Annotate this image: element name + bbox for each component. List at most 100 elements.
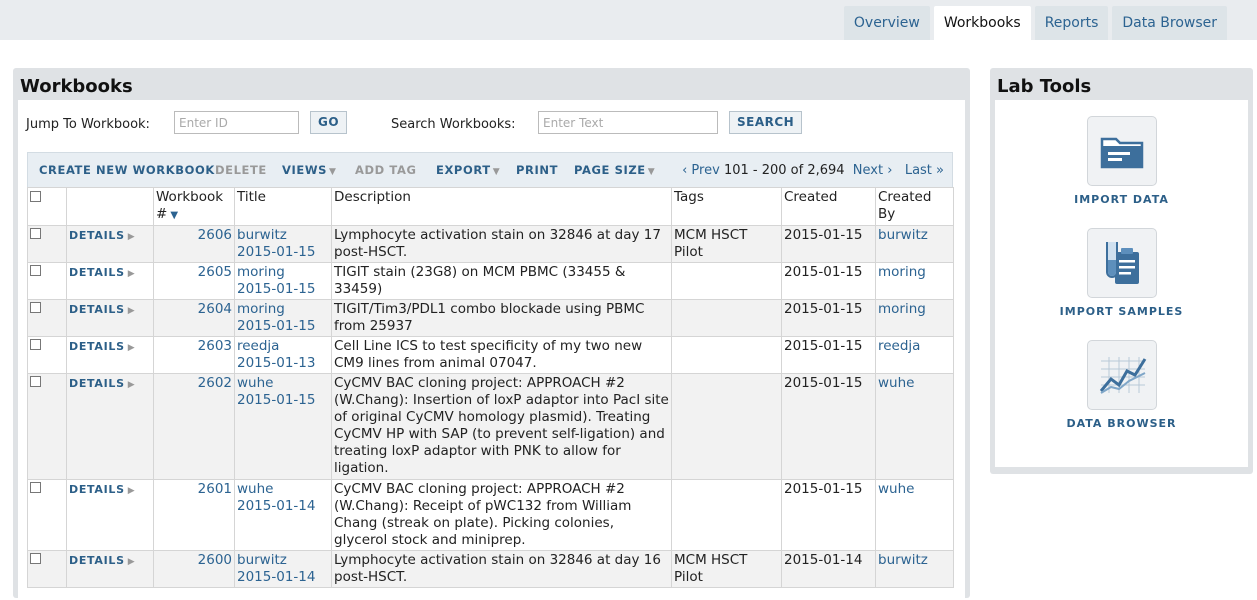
details-label: DETAILS bbox=[69, 340, 125, 353]
print-button[interactable]: PRINT bbox=[516, 153, 558, 188]
prev-page-link[interactable]: ‹ Prev bbox=[682, 163, 720, 178]
title-user-link[interactable]: burwitz bbox=[237, 227, 287, 243]
import-data-tool[interactable]: IMPORT DATA bbox=[995, 116, 1248, 206]
title-date-link[interactable]: 2015-01-14 bbox=[237, 569, 315, 585]
description-cell: CyCMV BAC cloning project: APPROACH #2 (… bbox=[331, 373, 672, 480]
row-select-cell bbox=[27, 550, 67, 588]
tags-header[interactable]: Tags bbox=[671, 187, 782, 226]
created-by-cell: moring bbox=[875, 299, 954, 337]
details-link[interactable]: DETAILS ▶ bbox=[69, 377, 135, 390]
title-date-link[interactable]: 2015-01-14 bbox=[237, 498, 315, 514]
row-checkbox[interactable] bbox=[30, 265, 41, 276]
go-button[interactable]: GO bbox=[310, 111, 348, 134]
created-by-link[interactable]: moring bbox=[878, 264, 926, 280]
page-size-menu[interactable]: PAGE SIZE ▼ bbox=[574, 153, 655, 188]
title-date-link[interactable]: 2015-01-15 bbox=[237, 392, 315, 408]
workbook-number-header[interactable]: Workbook # ▼ bbox=[153, 187, 235, 226]
workbook-number[interactable]: 2606 bbox=[153, 225, 235, 263]
title-date-link[interactable]: 2015-01-13 bbox=[237, 355, 315, 371]
table-row: DETAILS ▶ 2606 burwitz 2015-01-15 Lymphocyte … bbox=[27, 225, 954, 263]
views-menu[interactable]: VIEWS ▼ bbox=[282, 153, 337, 188]
workbook-number-header-label: Workbook # bbox=[156, 189, 224, 222]
created-by-header[interactable]: Created By bbox=[875, 187, 954, 226]
details-link[interactable]: DETAILS ▶ bbox=[69, 340, 135, 353]
next-page-link[interactable]: Next › bbox=[853, 163, 893, 178]
title-user-link[interactable]: moring bbox=[237, 264, 285, 280]
data-browser-tool[interactable]: DATA BROWSER bbox=[995, 340, 1248, 430]
created-by-link[interactable]: reedja bbox=[878, 338, 920, 354]
add-tag-button[interactable]: ADD TAG bbox=[355, 153, 417, 188]
delete-button[interactable]: DELETE bbox=[215, 153, 267, 188]
details-label: DETAILS bbox=[69, 266, 125, 279]
tab-data-browser[interactable]: Data Browser bbox=[1112, 6, 1227, 40]
created-by-link[interactable]: wuhe bbox=[878, 481, 914, 497]
row-select-cell bbox=[27, 336, 67, 374]
workbook-number[interactable]: 2601 bbox=[153, 479, 235, 551]
workbook-number[interactable]: 2600 bbox=[153, 550, 235, 588]
page-size-label: PAGE SIZE bbox=[574, 163, 646, 177]
tags-cell bbox=[671, 299, 782, 337]
row-checkbox[interactable] bbox=[30, 228, 41, 239]
title-date-link[interactable]: 2015-01-15 bbox=[237, 244, 315, 260]
create-workbook-button[interactable]: CREATE NEW WORKBOOK bbox=[39, 153, 215, 188]
row-select-cell bbox=[27, 225, 67, 263]
table-row: DETAILS ▶ 2600 burwitz 2015-01-14 Lymphocyte … bbox=[27, 550, 954, 588]
workbook-number[interactable]: 2605 bbox=[153, 262, 235, 300]
top-nav-bar: Overview Workbooks Reports Data Browser bbox=[0, 0, 1257, 40]
title-cell: wuhe 2015-01-14 bbox=[234, 479, 332, 551]
details-link[interactable]: DETAILS ▶ bbox=[69, 303, 135, 316]
title-user-link[interactable]: burwitz bbox=[237, 552, 287, 568]
description-cell: TIGIT stain (23G8) on MCM PBMC (33455 & … bbox=[331, 262, 672, 300]
details-link[interactable]: DETAILS ▶ bbox=[69, 554, 135, 567]
select-all-checkbox[interactable] bbox=[30, 191, 41, 202]
table-header-row: Workbook # ▼ Title Description Tags Creat… bbox=[27, 187, 954, 226]
title-date-link[interactable]: 2015-01-15 bbox=[237, 281, 315, 297]
import-samples-label: IMPORT SAMPLES bbox=[1059, 305, 1184, 318]
chevron-right-icon: ▶ bbox=[127, 269, 136, 279]
created-by-link[interactable]: wuhe bbox=[878, 375, 914, 391]
tab-workbooks[interactable]: Workbooks bbox=[933, 6, 1031, 40]
sort-desc-icon: ▼ bbox=[170, 210, 179, 221]
details-cell: DETAILS ▶ bbox=[66, 550, 154, 588]
created-by-link[interactable]: moring bbox=[878, 301, 926, 317]
row-checkbox[interactable] bbox=[30, 553, 41, 564]
search-workbooks-input[interactable] bbox=[538, 111, 718, 134]
description-header[interactable]: Description bbox=[331, 187, 672, 226]
workbooks-body: Jump To Workbook: GO Search Workbooks: S… bbox=[18, 100, 965, 600]
row-checkbox[interactable] bbox=[30, 339, 41, 350]
workbook-number[interactable]: 2604 bbox=[153, 299, 235, 337]
created-header[interactable]: Created bbox=[781, 187, 876, 226]
export-menu[interactable]: EXPORT ▼ bbox=[436, 153, 500, 188]
title-date-link[interactable]: 2015-01-15 bbox=[237, 318, 315, 334]
title-user-link[interactable]: reedja bbox=[237, 338, 279, 354]
row-checkbox[interactable] bbox=[30, 482, 41, 493]
chevron-right-icon: ▶ bbox=[127, 380, 136, 390]
workbook-id-input[interactable] bbox=[174, 111, 299, 134]
details-cell: DETAILS ▶ bbox=[66, 336, 154, 374]
title-cell: moring 2015-01-15 bbox=[234, 262, 332, 300]
created-by-link[interactable]: burwitz bbox=[878, 552, 928, 568]
created-by-cell: burwitz bbox=[875, 550, 954, 588]
details-link[interactable]: DETAILS ▶ bbox=[69, 229, 135, 242]
description-cell: Lymphocyte activation stain on 32846 at … bbox=[331, 550, 672, 588]
tab-reports[interactable]: Reports bbox=[1034, 6, 1109, 40]
title-user-link[interactable]: moring bbox=[237, 301, 285, 317]
folder-icon bbox=[1086, 116, 1157, 186]
workbook-number[interactable]: 2602 bbox=[153, 373, 235, 480]
title-user-link[interactable]: wuhe bbox=[237, 481, 273, 497]
import-samples-tool[interactable]: IMPORT SAMPLES bbox=[995, 228, 1248, 318]
created-by-link[interactable]: burwitz bbox=[878, 227, 928, 243]
main-tabs: Overview Workbooks Reports Data Browser bbox=[843, 6, 1227, 40]
table-row: DETAILS ▶ 2602 wuhe 2015-01-15 CyCMV BAC clon… bbox=[27, 373, 954, 480]
details-link[interactable]: DETAILS ▶ bbox=[69, 266, 135, 279]
details-link[interactable]: DETAILS ▶ bbox=[69, 483, 135, 496]
lab-tools-panel: Lab Tools IMPORT DATA IMPORT SAMPLES DAT… bbox=[990, 68, 1253, 474]
last-page-link[interactable]: Last » bbox=[905, 163, 944, 178]
workbook-number[interactable]: 2603 bbox=[153, 336, 235, 374]
row-checkbox[interactable] bbox=[30, 302, 41, 313]
title-user-link[interactable]: wuhe bbox=[237, 375, 273, 391]
title-header[interactable]: Title bbox=[234, 187, 332, 226]
row-checkbox[interactable] bbox=[30, 376, 41, 387]
search-button[interactable]: SEARCH bbox=[729, 111, 803, 134]
tab-overview[interactable]: Overview bbox=[843, 6, 930, 40]
